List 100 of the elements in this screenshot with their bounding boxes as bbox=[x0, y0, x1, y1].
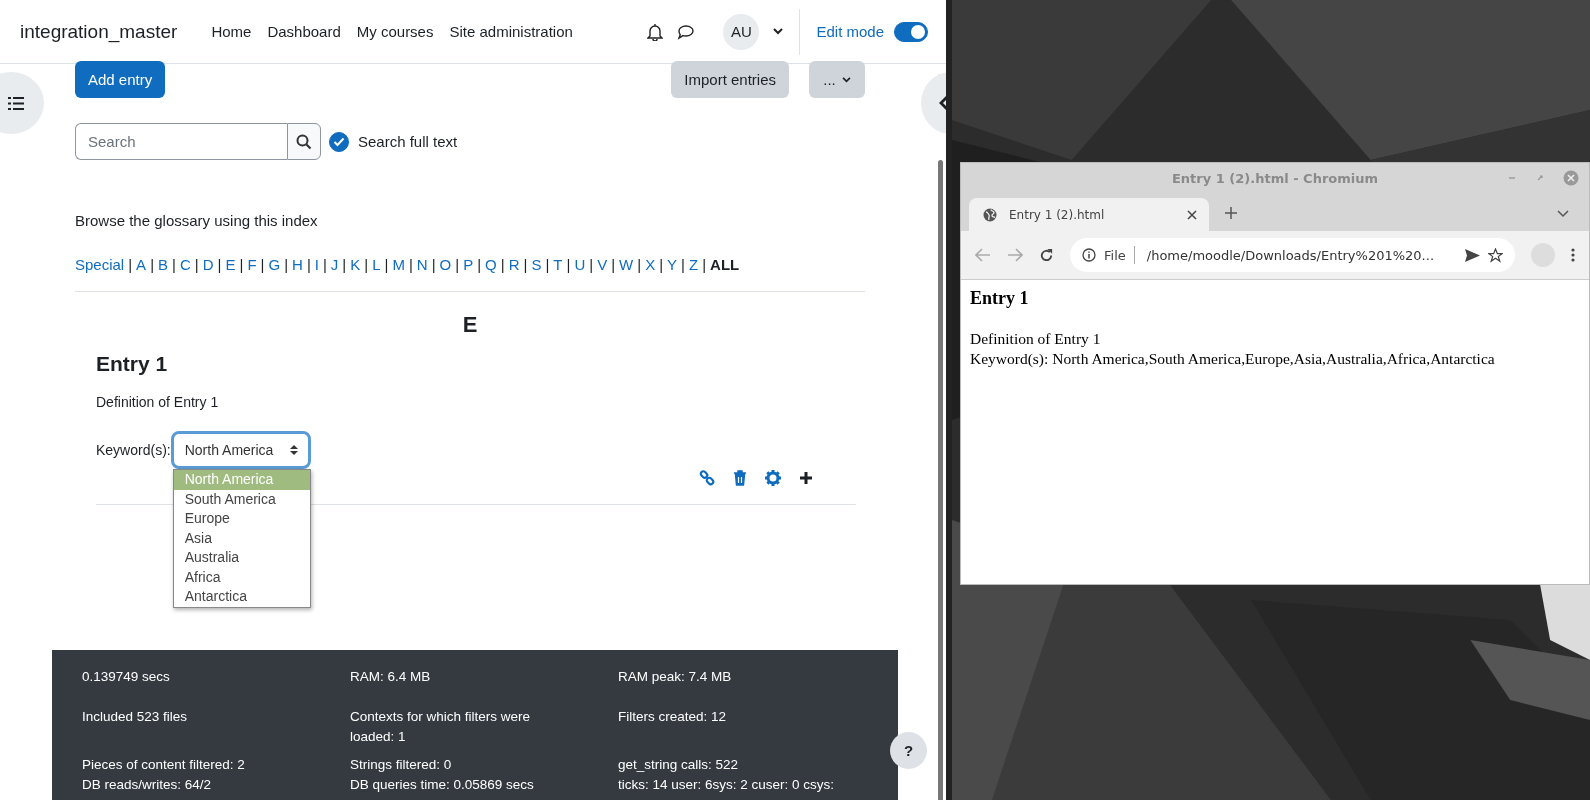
dropdown-option[interactable]: South America bbox=[173, 489, 310, 509]
add-entry-button[interactable]: Add entry bbox=[75, 61, 166, 98]
nav-link[interactable]: Home bbox=[211, 23, 252, 40]
separator: | bbox=[431, 256, 436, 273]
separator: | bbox=[194, 256, 199, 273]
separator: | bbox=[477, 256, 482, 273]
dropdown-option[interactable]: Asia bbox=[173, 528, 310, 548]
separator: | bbox=[284, 256, 289, 273]
index-link[interactable]: I bbox=[314, 256, 319, 273]
index-link[interactable]: L bbox=[372, 256, 381, 273]
nav-link[interactable]: Site administration bbox=[449, 23, 573, 40]
chevron-down-icon[interactable] bbox=[1557, 210, 1569, 218]
edit-mode-label: Edit mode bbox=[816, 23, 884, 40]
dropdown-option[interactable]: Africa bbox=[173, 567, 310, 587]
bell-icon[interactable] bbox=[647, 22, 664, 41]
performance-stat: Contexts for which filters were loaded: 1 bbox=[350, 708, 532, 746]
index-link[interactable]: U bbox=[574, 256, 586, 273]
edit-mode-switch[interactable] bbox=[894, 21, 928, 42]
separator: | bbox=[217, 256, 222, 273]
updown-icon bbox=[289, 444, 298, 456]
index-link[interactable]: X bbox=[645, 256, 656, 273]
more-menu-button[interactable]: ... bbox=[809, 61, 865, 98]
full-text-checkbox[interactable] bbox=[329, 131, 349, 152]
dropdown-option[interactable]: Europe bbox=[173, 509, 310, 529]
search-field[interactable]: Search bbox=[75, 123, 287, 160]
letter-heading: E bbox=[461, 312, 479, 338]
separator: | bbox=[637, 256, 642, 273]
separator: | bbox=[611, 256, 616, 273]
caret-icon bbox=[841, 76, 851, 83]
index-link[interactable]: M bbox=[392, 256, 405, 273]
separator: | bbox=[239, 256, 244, 273]
keyword-select[interactable]: North America bbox=[170, 431, 311, 469]
index-link[interactable]: F bbox=[247, 256, 257, 273]
index-link[interactable]: Q bbox=[485, 256, 497, 273]
import-entries-button[interactable]: Import entries bbox=[671, 61, 789, 98]
performance-stat: get_string calls: 522 bbox=[618, 756, 740, 774]
separator: | bbox=[702, 256, 707, 273]
scrollbar-thumb[interactable] bbox=[938, 160, 943, 800]
index-link[interactable]: Special bbox=[75, 256, 125, 273]
separator: | bbox=[322, 256, 327, 273]
nav-link[interactable]: Dashboard bbox=[267, 23, 341, 40]
search-icon bbox=[296, 133, 312, 150]
index-link[interactable]: T bbox=[553, 256, 563, 273]
site-name[interactable]: integration_master bbox=[20, 20, 178, 43]
index-caption: Browse the glossary using this index bbox=[75, 212, 319, 229]
search-button[interactable] bbox=[287, 123, 321, 160]
caret-icon[interactable] bbox=[773, 28, 784, 35]
entry-definition: Definition of Entry 1 bbox=[96, 394, 220, 410]
index-link[interactable]: W bbox=[619, 256, 634, 273]
separator: | bbox=[566, 256, 571, 273]
index-link[interactable]: O bbox=[439, 256, 452, 273]
current-index-letter[interactable]: ALL bbox=[710, 256, 740, 273]
dropdown-option[interactable]: Antarctica bbox=[173, 587, 310, 607]
index-link[interactable]: J bbox=[330, 256, 339, 273]
user-avatar[interactable]: AU bbox=[723, 13, 760, 50]
separator: | bbox=[260, 256, 265, 273]
send-icon[interactable] bbox=[1465, 248, 1480, 262]
separator: | bbox=[408, 256, 413, 273]
performance-stat: DB queries time: 0.05869 secs bbox=[350, 776, 535, 794]
star-icon[interactable] bbox=[1488, 247, 1503, 263]
address-bar[interactable]: File /home/moodle/Downloads/Entry%201%20... bbox=[1070, 238, 1515, 272]
page-definition: Definition of Entry 1 bbox=[970, 329, 1102, 349]
index-link[interactable]: D bbox=[202, 256, 214, 273]
help-button[interactable]: ? bbox=[890, 732, 927, 769]
separator: | bbox=[306, 256, 311, 273]
index-link[interactable]: H bbox=[292, 256, 303, 273]
index-link[interactable]: A bbox=[136, 256, 147, 273]
nav-link[interactable]: My courses bbox=[356, 23, 434, 40]
trash-icon[interactable] bbox=[733, 470, 747, 486]
browser-tab[interactable]: Entry 1 (2).html bbox=[969, 198, 1209, 231]
index-link[interactable]: Z bbox=[689, 256, 699, 273]
index-link[interactable]: E bbox=[225, 256, 236, 273]
separator: | bbox=[172, 256, 176, 273]
dropdown-option[interactable]: Australia bbox=[173, 548, 310, 568]
new-tab-icon[interactable] bbox=[1225, 207, 1237, 219]
index-link[interactable]: K bbox=[350, 256, 361, 273]
gear-icon[interactable] bbox=[765, 470, 781, 486]
index-link[interactable]: Y bbox=[667, 256, 678, 273]
index-link[interactable]: C bbox=[179, 256, 191, 273]
separator: | bbox=[589, 256, 594, 273]
separator: | bbox=[342, 256, 347, 273]
plus-icon[interactable] bbox=[799, 471, 813, 485]
link-icon[interactable] bbox=[699, 470, 715, 486]
index-link[interactable]: G bbox=[268, 256, 281, 273]
index-link[interactable]: B bbox=[158, 256, 169, 273]
index-link[interactable]: S bbox=[531, 256, 542, 273]
separator: | bbox=[384, 256, 389, 273]
index-link[interactable]: N bbox=[416, 256, 428, 273]
index-link[interactable]: V bbox=[597, 256, 608, 273]
reload-icon[interactable] bbox=[1039, 247, 1054, 263]
kebab-menu-icon[interactable] bbox=[1571, 248, 1575, 262]
index-link[interactable]: R bbox=[508, 256, 520, 273]
separator: | bbox=[545, 256, 550, 273]
separator: | bbox=[681, 256, 685, 273]
close-icon[interactable] bbox=[1187, 209, 1197, 220]
index-link[interactable]: P bbox=[463, 256, 474, 273]
chat-icon[interactable] bbox=[677, 23, 696, 40]
separator: | bbox=[659, 256, 664, 273]
performance-stat: RAM: 6.4 MB bbox=[350, 668, 432, 686]
performance-stat: Filters created: 12 bbox=[618, 708, 728, 726]
